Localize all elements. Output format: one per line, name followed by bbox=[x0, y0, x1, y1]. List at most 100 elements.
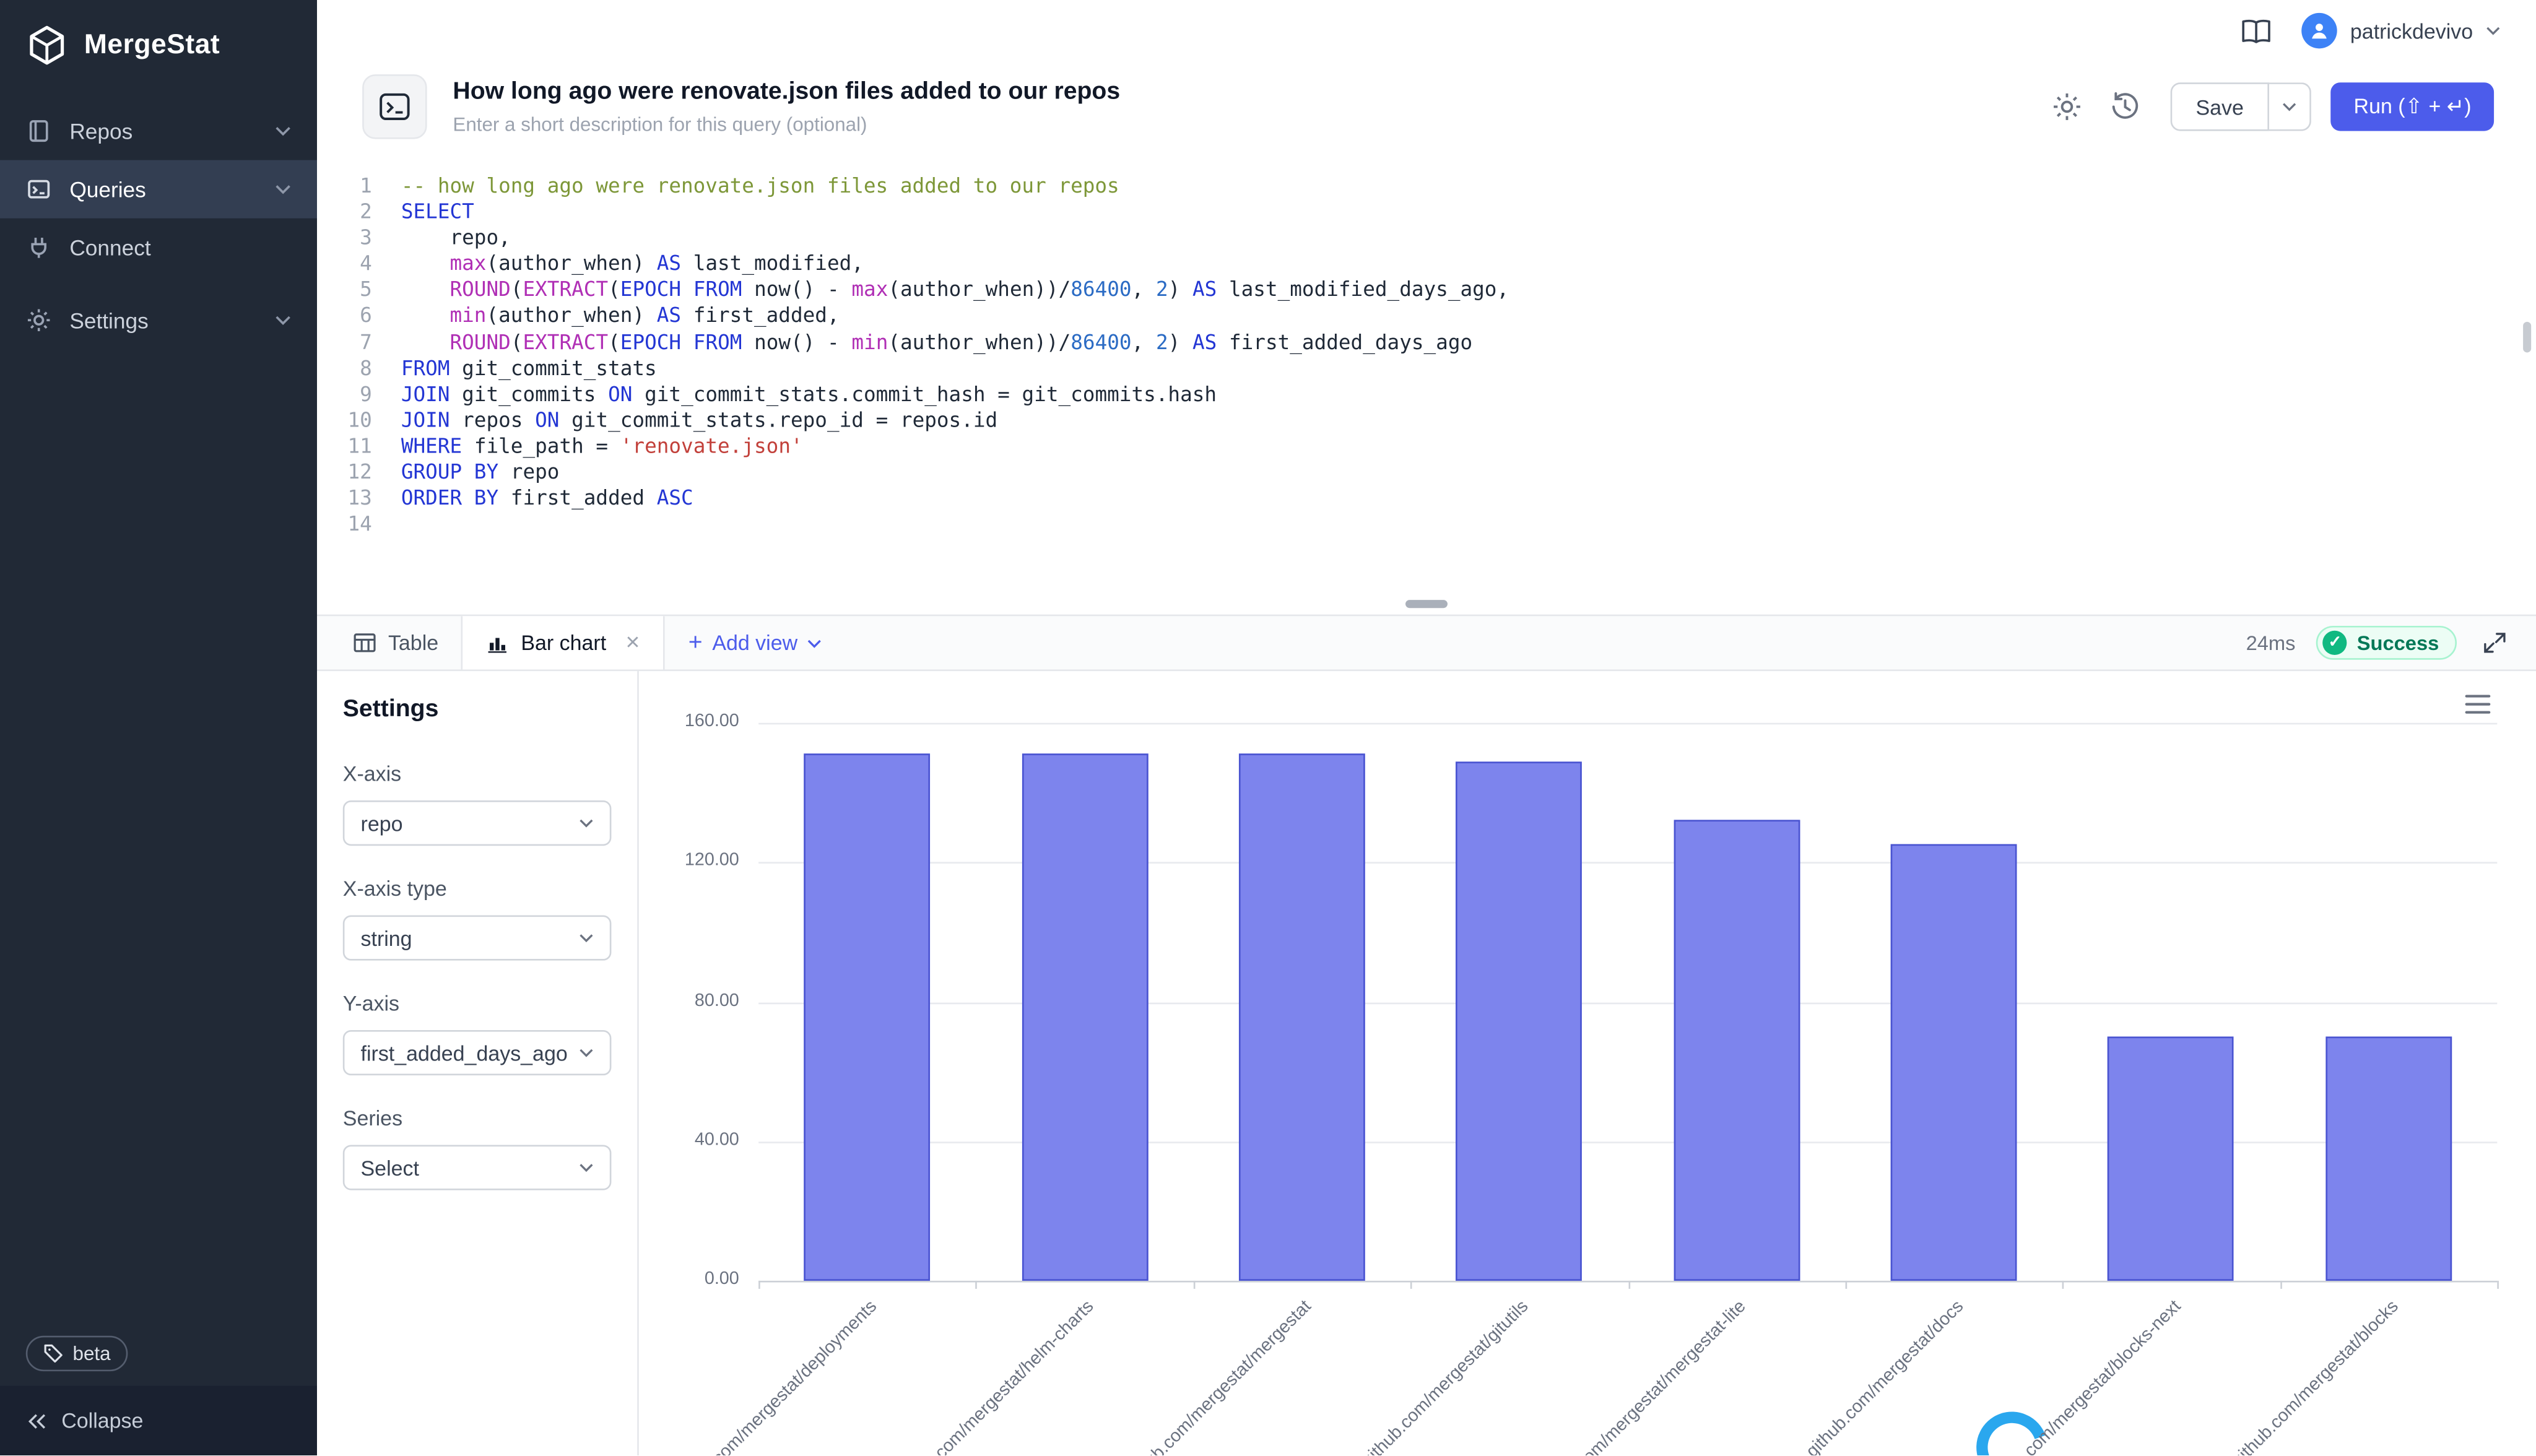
sidebar-item-connect[interactable]: Connect bbox=[0, 219, 317, 277]
bar[interactable] bbox=[1891, 845, 2017, 1281]
select-value: first_added_days_ago bbox=[361, 1041, 568, 1065]
save-options-caret[interactable] bbox=[2270, 82, 2312, 131]
add-view-button[interactable]: + Add view bbox=[664, 616, 846, 669]
series-label: Series bbox=[343, 1106, 612, 1130]
code-line[interactable]: 12GROUP BY repo bbox=[317, 459, 2536, 485]
x-axis-tick bbox=[1845, 1281, 1847, 1289]
line-number: 7 bbox=[317, 329, 372, 355]
y-axis-tick-label: 40.00 bbox=[639, 1130, 739, 1149]
x-axis-tick-label: github.com/mergestat/blocks bbox=[2228, 1297, 2402, 1455]
x-axis-tick-label: github.com/mergestat/helm-charts bbox=[895, 1297, 1098, 1455]
query-description-input[interactable]: Enter a short description for this query… bbox=[453, 113, 1120, 136]
code-line[interactable]: 3 repo, bbox=[317, 225, 2536, 251]
x-axis-tick bbox=[2497, 1281, 2499, 1289]
tab-bar-chart[interactable]: Bar chart × bbox=[461, 616, 664, 669]
sidebar-item-repos[interactable]: Repos bbox=[0, 102, 317, 160]
query-history-icon[interactable] bbox=[2105, 87, 2144, 126]
status-label: Success bbox=[2357, 631, 2439, 654]
connect-icon bbox=[26, 235, 52, 261]
beta-badge: beta bbox=[26, 1336, 129, 1371]
code-line[interactable]: 4 max(author_when) AS last_modified, bbox=[317, 251, 2536, 277]
docs-book-icon[interactable] bbox=[2237, 12, 2276, 50]
avatar bbox=[2302, 13, 2337, 48]
chevron-down-icon bbox=[807, 638, 822, 648]
x-axis-tick-label: github.com/mergestat/docs bbox=[1803, 1297, 1968, 1455]
code-line[interactable]: 13ORDER BY first_added ASC bbox=[317, 485, 2536, 511]
y-axis-tick-label: 120.00 bbox=[639, 851, 739, 870]
code-line[interactable]: 6 min(author_when) AS first_added, bbox=[317, 303, 2536, 329]
line-number: 12 bbox=[317, 459, 372, 485]
run-query-button[interactable]: Run (⇧ + ↵) bbox=[2331, 82, 2494, 131]
bar[interactable] bbox=[1239, 754, 1365, 1281]
y-axis-select[interactable]: first_added_days_ago bbox=[343, 1030, 612, 1075]
code-text: FROM git_commit_stats bbox=[401, 355, 657, 381]
save-button[interactable]: Save bbox=[2170, 82, 2270, 131]
username: patrickdevivo bbox=[2350, 19, 2473, 43]
check-icon: ✓ bbox=[2323, 631, 2347, 655]
sidebar-item-label: Settings bbox=[69, 308, 148, 332]
x-axis-tick-label: github.com/mergestat/gitutils bbox=[1359, 1297, 1533, 1455]
query-title[interactable]: How long ago were renovate.json files ad… bbox=[453, 77, 1120, 105]
code-line[interactable]: 14 bbox=[317, 511, 2536, 537]
editor-scrollbar[interactable] bbox=[2523, 322, 2531, 353]
bar[interactable] bbox=[1456, 761, 1583, 1281]
bar-chart: 0.0040.0080.00120.00160.00github.com/mer… bbox=[639, 671, 2536, 1455]
code-line[interactable]: 1-- how long ago were renovate.json file… bbox=[317, 173, 2536, 199]
sql-editor[interactable]: 1-- how long ago were renovate.json file… bbox=[317, 173, 2536, 597]
collapse-sidebar-button[interactable]: Collapse bbox=[0, 1386, 317, 1455]
collapse-icon bbox=[26, 1413, 47, 1429]
code-text: -- how long ago were renovate.json files… bbox=[401, 173, 1119, 199]
sidebar: MergeStat Repos Q bbox=[0, 0, 317, 1455]
brand-name: MergeStat bbox=[84, 29, 220, 61]
bar[interactable] bbox=[2325, 1037, 2452, 1281]
chart-menu-icon[interactable] bbox=[2465, 694, 2491, 715]
sidebar-item-queries[interactable]: Queries bbox=[0, 160, 317, 219]
x-axis-tick-label: github.com/mergestat/mergestat bbox=[1121, 1297, 1316, 1455]
sidebar-item-settings[interactable]: Settings bbox=[0, 291, 317, 349]
bar[interactable] bbox=[2108, 1037, 2234, 1281]
chevron-down-icon bbox=[2486, 26, 2501, 36]
query-settings-gear-icon[interactable] bbox=[2047, 87, 2086, 126]
x-axis-tick bbox=[976, 1281, 978, 1289]
code-line[interactable]: 8FROM git_commit_stats bbox=[317, 355, 2536, 381]
code-text: SELECT bbox=[401, 199, 474, 225]
settings-icon bbox=[26, 307, 52, 333]
code-text: ROUND(EXTRACT(EPOCH FROM now() - max(aut… bbox=[401, 277, 1509, 303]
select-value: repo bbox=[361, 811, 403, 835]
bar[interactable] bbox=[1022, 754, 1148, 1281]
x-axis-type-select[interactable]: string bbox=[343, 916, 612, 961]
topbar: patrickdevivo bbox=[317, 0, 2536, 61]
x-axis-tick bbox=[758, 1281, 760, 1289]
code-line[interactable]: 5 ROUND(EXTRACT(EPOCH FROM now() - max(a… bbox=[317, 277, 2536, 303]
code-text: min(author_when) AS first_added, bbox=[401, 303, 840, 329]
x-axis-select[interactable]: repo bbox=[343, 800, 612, 846]
close-tab-icon[interactable]: × bbox=[625, 631, 640, 655]
brand[interactable]: MergeStat bbox=[0, 0, 317, 102]
line-number: 2 bbox=[317, 199, 372, 225]
save-button-group: Save bbox=[2170, 82, 2312, 131]
code-line[interactable]: 10JOIN repos ON git_commit_stats.repo_id… bbox=[317, 407, 2536, 433]
chevron-down-icon bbox=[579, 1163, 594, 1172]
line-number: 11 bbox=[317, 433, 372, 459]
bar[interactable] bbox=[804, 754, 931, 1281]
tab-table[interactable]: Table bbox=[330, 616, 461, 669]
sidebar-item-label: Connect bbox=[69, 235, 150, 259]
account-menu[interactable]: patrickdevivo bbox=[2302, 13, 2501, 48]
code-line[interactable]: 9JOIN git_commits ON git_commit_stats.co… bbox=[317, 381, 2536, 407]
code-line[interactable]: 2 SELECT bbox=[317, 199, 2536, 225]
x-axis-label: X-axis bbox=[343, 761, 612, 786]
series-select[interactable]: Select bbox=[343, 1145, 612, 1190]
tag-icon bbox=[44, 1344, 63, 1363]
y-axis-tick-label: 80.00 bbox=[639, 990, 739, 1010]
x-axis-tick bbox=[2062, 1281, 2064, 1289]
settings-heading: Settings bbox=[343, 695, 612, 722]
results-content: Settings X-axis repo X-axis type string … bbox=[317, 671, 2536, 1455]
x-axis-tick bbox=[1628, 1281, 1630, 1289]
expand-results-icon[interactable] bbox=[2478, 626, 2512, 660]
bar-chart-icon bbox=[485, 631, 510, 655]
bar[interactable] bbox=[1674, 820, 1800, 1281]
code-line[interactable]: 7 ROUND(EXTRACT(EPOCH FROM now() - min(a… bbox=[317, 329, 2536, 355]
code-line[interactable]: 11WHERE file_path = 'renovate.json' bbox=[317, 433, 2536, 459]
pane-resize-handle[interactable] bbox=[1405, 600, 1448, 608]
mergestat-app: MergeStat Repos Q bbox=[0, 0, 2536, 1455]
